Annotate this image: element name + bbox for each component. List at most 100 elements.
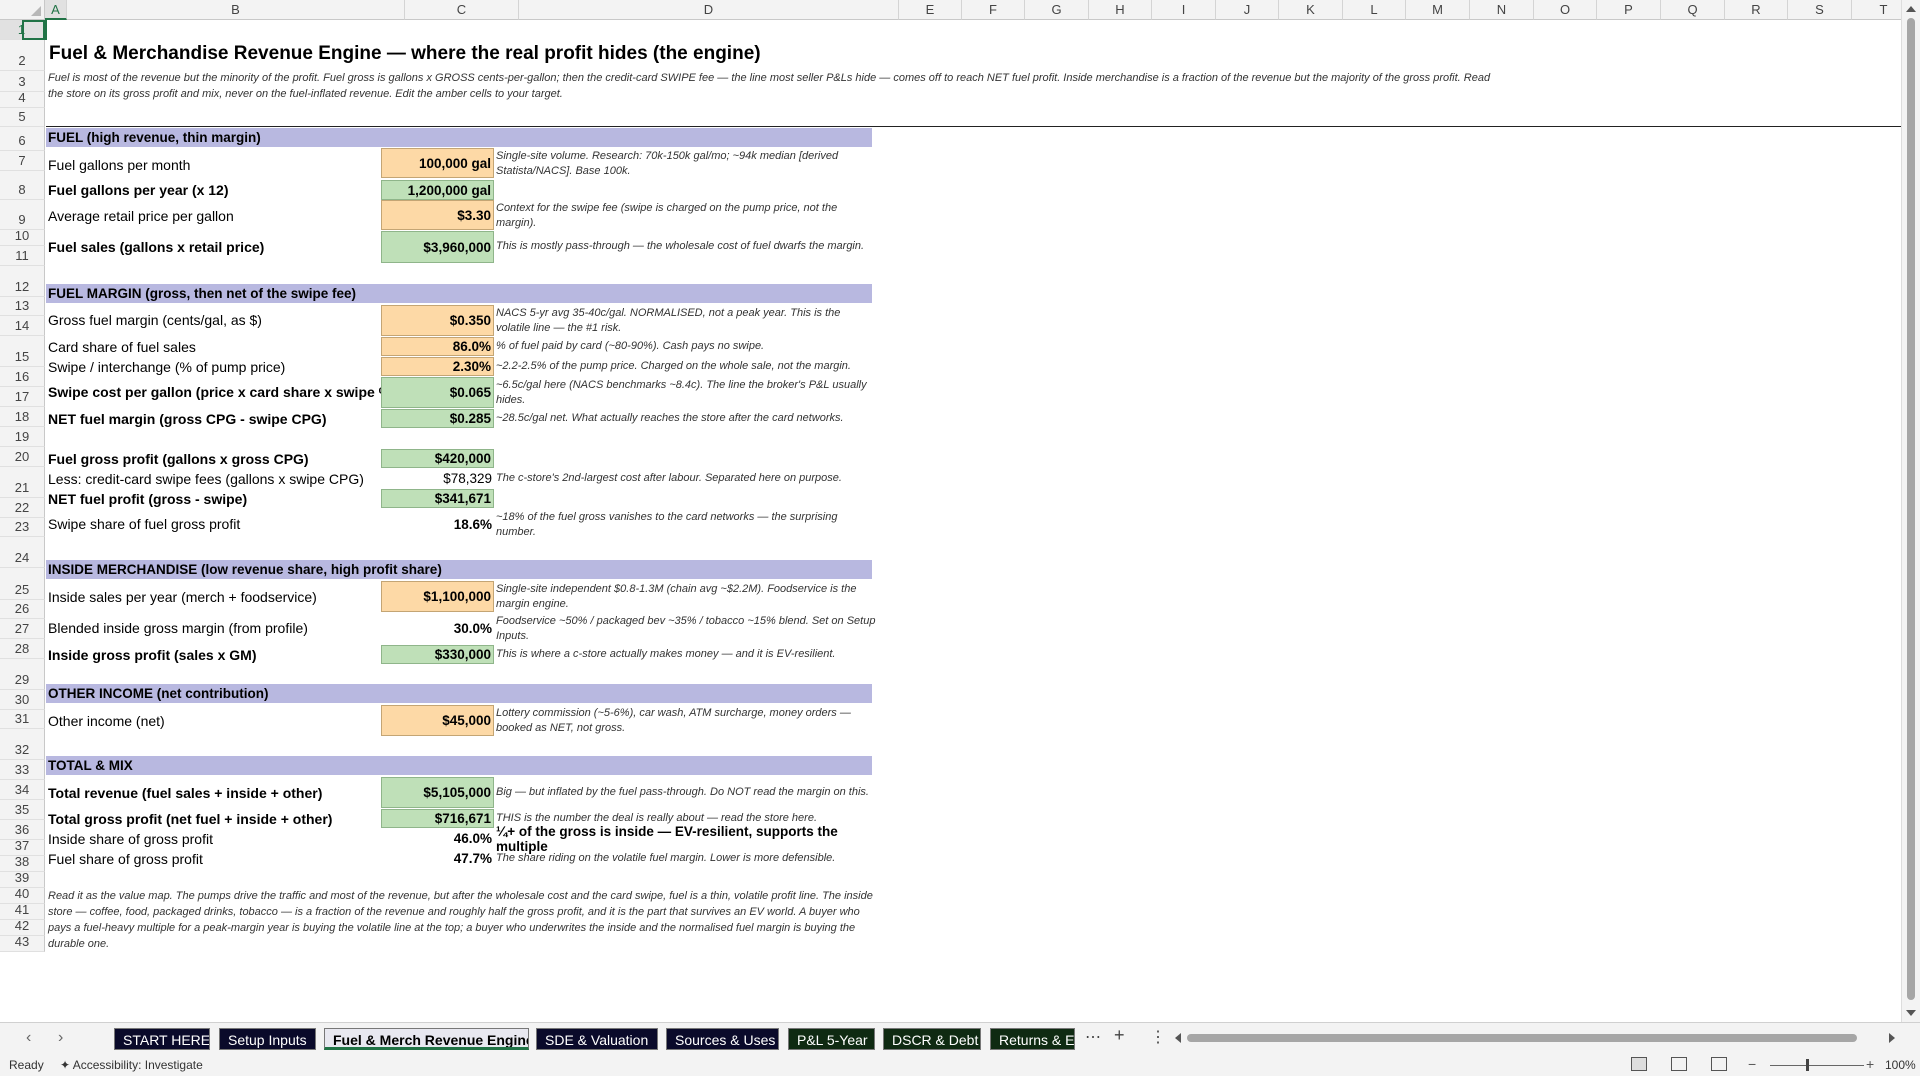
- row-header-17[interactable]: 17: [0, 387, 45, 407]
- active-cell-a1[interactable]: [22, 20, 47, 40]
- calc-total-revenue[interactable]: $5,105,000: [381, 777, 494, 808]
- zoom-slider-thumb[interactable]: [1806, 1059, 1809, 1071]
- sheet-tab-start-here[interactable]: START HERE: [114, 1028, 210, 1050]
- calc-fuel-gross-profit[interactable]: $420,000: [381, 449, 494, 468]
- vertical-scrollbar[interactable]: [1901, 0, 1920, 1022]
- column-header-o[interactable]: O: [1534, 0, 1597, 20]
- row-header-30[interactable]: 30: [0, 690, 45, 710]
- row-header-15[interactable]: 15: [0, 336, 45, 367]
- row-header-8[interactable]: 8: [0, 171, 45, 200]
- input-other-income[interactable]: $45,000: [381, 705, 494, 736]
- zoom-slider[interactable]: [1770, 1065, 1864, 1066]
- accessibility-status[interactable]: ✦ Accessibility: Investigate: [60, 1058, 203, 1072]
- column-header-c[interactable]: C: [405, 0, 519, 20]
- calc-swipe-cpg[interactable]: $0.065: [381, 377, 494, 408]
- row-header-22[interactable]: 22: [0, 498, 45, 518]
- column-header-l[interactable]: L: [1343, 0, 1406, 20]
- scroll-thumb[interactable]: [1907, 18, 1915, 1000]
- hscroll-thumb[interactable]: [1187, 1034, 1857, 1042]
- column-header-r[interactable]: R: [1725, 0, 1788, 20]
- tab-scroll-left-icon[interactable]: ‹: [26, 1029, 31, 1047]
- value-inside-share[interactable]: 46.0%: [381, 829, 494, 848]
- sheet-tab-sde-valuation[interactable]: SDE & Valuation: [536, 1028, 658, 1050]
- calc-fuel-gallons-year[interactable]: 1,200,000 gal: [381, 180, 494, 200]
- sheet-tab-sources-uses[interactable]: Sources & Uses: [666, 1028, 779, 1050]
- column-header-e[interactable]: E: [899, 0, 962, 20]
- row-header-34[interactable]: 34: [0, 780, 45, 800]
- row-header-9[interactable]: 9: [0, 200, 45, 230]
- sheet-tab-dscr-debt[interactable]: DSCR & Debt: [883, 1028, 981, 1050]
- input-gross-fuel-margin[interactable]: $0.350: [381, 305, 494, 336]
- row-header-33[interactable]: 33: [0, 760, 45, 780]
- row-header-12[interactable]: 12: [0, 266, 45, 297]
- input-inside-sales[interactable]: $1,100,000: [381, 581, 494, 612]
- row-header-18[interactable]: 18: [0, 407, 45, 427]
- zoom-out-icon[interactable]: −: [1748, 1056, 1756, 1072]
- calc-total-gross-profit[interactable]: $716,671: [381, 809, 494, 828]
- row-header-27[interactable]: 27: [0, 619, 45, 639]
- value-inside-margin[interactable]: 30.0%: [381, 613, 494, 644]
- calc-inside-gross-profit[interactable]: $330,000: [381, 645, 494, 664]
- select-all-corner[interactable]: [0, 0, 45, 20]
- sheet-tab-returns-e[interactable]: Returns & E: [990, 1028, 1075, 1050]
- sheet-tab-setup-inputs[interactable]: Setup Inputs: [219, 1028, 316, 1050]
- row-header-35[interactable]: 35: [0, 800, 45, 820]
- column-header-b[interactable]: B: [67, 0, 405, 20]
- row-header-7[interactable]: 7: [0, 151, 45, 171]
- horizontal-scrollbar[interactable]: [1175, 1032, 1895, 1044]
- scroll-down-icon[interactable]: [1906, 1010, 1916, 1016]
- column-header-k[interactable]: K: [1279, 0, 1343, 20]
- row-header-6[interactable]: 6: [0, 127, 45, 151]
- row-header-3[interactable]: 3: [0, 71, 45, 92]
- row-header-20[interactable]: 20: [0, 447, 45, 467]
- value-swipe-share[interactable]: 18.6%: [381, 509, 494, 540]
- column-header-d[interactable]: D: [519, 0, 899, 20]
- row-header-13[interactable]: 13: [0, 297, 45, 316]
- column-header-n[interactable]: N: [1470, 0, 1534, 20]
- row-header-25[interactable]: 25: [0, 568, 45, 600]
- row-header-2[interactable]: 2: [0, 40, 45, 71]
- row-header-26[interactable]: 26: [0, 600, 45, 619]
- row-header-10[interactable]: 10: [0, 228, 45, 246]
- row-header-43[interactable]: 43: [0, 934, 45, 952]
- sheet-tab-p-l-5-year[interactable]: P&L 5-Year: [788, 1028, 875, 1050]
- calc-fuel-sales[interactable]: $3,960,000: [381, 231, 494, 263]
- row-header-21[interactable]: 21: [0, 467, 45, 498]
- row-header-14[interactable]: 14: [0, 316, 45, 336]
- spreadsheet-grid[interactable]: ABCDEFGHIJKLMNOPQRST 1 2 3 4 5 6 7 8 9 10 11 12 13 14…: [0, 0, 1920, 1022]
- row-header-24[interactable]: 24: [0, 537, 45, 568]
- column-header-j[interactable]: J: [1216, 0, 1279, 20]
- column-header-h[interactable]: H: [1089, 0, 1152, 20]
- zoom-level[interactable]: 100%: [1885, 1058, 1916, 1072]
- more-tabs-icon[interactable]: ⋯: [1085, 1027, 1101, 1047]
- add-sheet-icon[interactable]: +: [1114, 1025, 1125, 1046]
- row-header-29[interactable]: 29: [0, 659, 45, 690]
- column-header-q[interactable]: Q: [1661, 0, 1725, 20]
- normal-view-icon[interactable]: [1631, 1057, 1647, 1071]
- input-card-share[interactable]: 86.0%: [381, 337, 494, 356]
- sheet-tab-fuel-merch-revenue-engine[interactable]: Fuel & Merch Revenue Engine: [324, 1028, 529, 1050]
- row-header-31[interactable]: 31: [0, 710, 45, 729]
- tab-scroll-right-icon[interactable]: ›: [58, 1029, 63, 1047]
- row-header-16[interactable]: 16: [0, 367, 45, 387]
- input-swipe-pct[interactable]: 2.30%: [381, 357, 494, 376]
- row-header-23[interactable]: 23: [0, 518, 45, 537]
- row-header-11[interactable]: 11: [0, 246, 45, 266]
- input-fuel-gallons-month[interactable]: 100,000 gal: [381, 148, 494, 178]
- scroll-up-icon[interactable]: [1906, 6, 1916, 12]
- row-header-32[interactable]: 32: [0, 729, 45, 760]
- column-header-p[interactable]: P: [1597, 0, 1661, 20]
- column-header-i[interactable]: I: [1152, 0, 1216, 20]
- input-retail-price[interactable]: $3.30: [381, 200, 494, 230]
- calc-net-fuel-profit[interactable]: $341,671: [381, 489, 494, 508]
- page-break-preview-icon[interactable]: [1711, 1057, 1727, 1071]
- column-header-f[interactable]: F: [962, 0, 1025, 20]
- row-header-5[interactable]: 5: [0, 108, 45, 127]
- tab-options-icon[interactable]: ⋮: [1150, 1027, 1166, 1047]
- row-header-28[interactable]: 28: [0, 639, 45, 659]
- row-header-36[interactable]: 36: [0, 820, 45, 840]
- scroll-left-icon[interactable]: [1175, 1033, 1181, 1043]
- page-layout-icon[interactable]: [1671, 1057, 1687, 1071]
- column-header-s[interactable]: S: [1788, 0, 1852, 20]
- column-header-g[interactable]: G: [1025, 0, 1089, 20]
